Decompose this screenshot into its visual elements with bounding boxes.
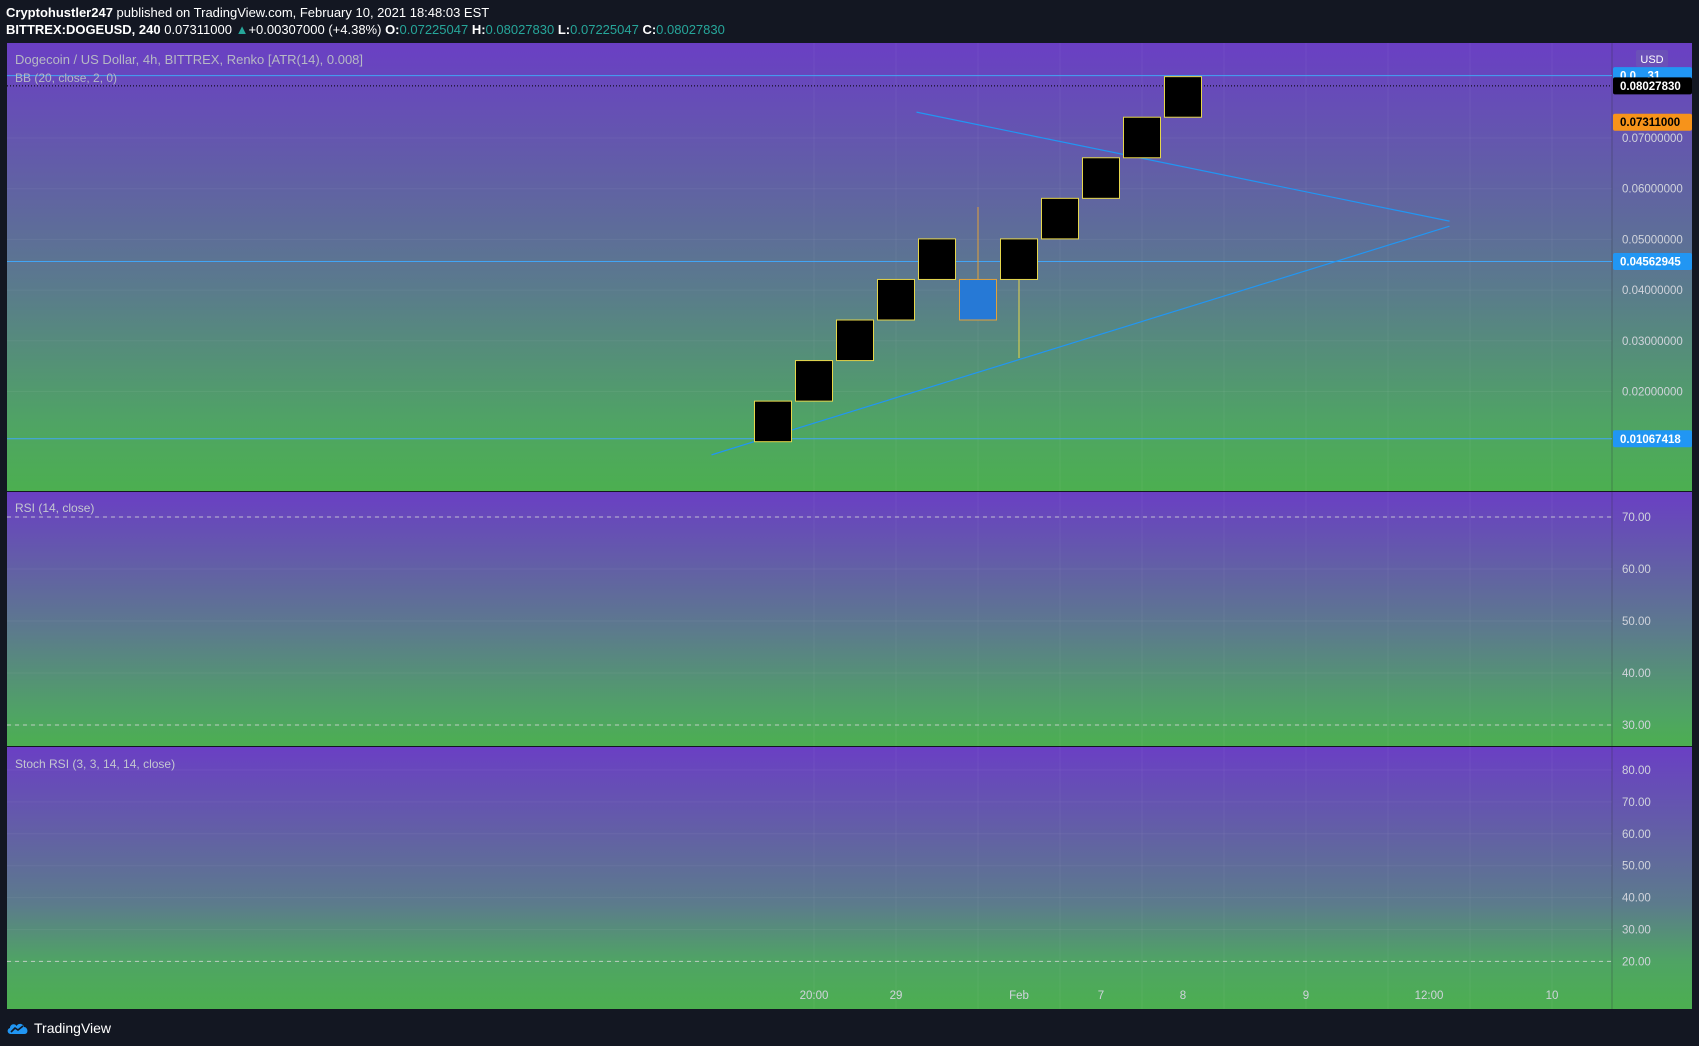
- rsi-tick-label: 60.00: [1622, 564, 1651, 576]
- currency-badge-text: USD: [1640, 54, 1663, 66]
- renko-brick-up: [1041, 197, 1079, 240]
- time-tick-label: 12:00: [1415, 990, 1444, 1002]
- renko-brick-up: [1164, 76, 1202, 118]
- price-badge-label: 0.04562945: [1620, 257, 1681, 269]
- price-tick-label: 0.03000000: [1622, 336, 1683, 348]
- time-tick-label: 8: [1180, 990, 1186, 1002]
- price-badge-label: 0.01067418: [1620, 434, 1681, 446]
- price-pane-background: [7, 43, 1692, 491]
- renko-brick-up: [795, 360, 833, 402]
- price-tick-label: 0.02000000: [1622, 387, 1683, 399]
- time-tick-label: 7: [1098, 990, 1104, 1002]
- time-tick-label: 20:00: [800, 990, 829, 1002]
- stoch-tick-label: 60.00: [1622, 829, 1651, 841]
- time-tick-label: 9: [1303, 990, 1309, 1002]
- renko-brick-up: [1123, 116, 1161, 159]
- stoch-tick-label: 40.00: [1622, 893, 1651, 905]
- rsi-tick-label: 50.00: [1622, 616, 1651, 628]
- time-tick-label: Feb: [1009, 990, 1029, 1002]
- renko-brick-up: [877, 278, 915, 321]
- rsi-pane-background: [7, 492, 1692, 746]
- stoch-tick-label: 20.00: [1622, 956, 1651, 968]
- price-tick-label: 0.06000000: [1622, 184, 1683, 196]
- stoch-rsi-indicator-label[interactable]: Stoch RSI (3, 3, 14, 14, close): [15, 757, 175, 771]
- bb-indicator-label[interactable]: BB (20, close, 2, 0): [15, 71, 117, 85]
- stoch-pane-background: [7, 747, 1692, 1009]
- chart-title: Dogecoin / US Dollar, 4h, BITTREX, Renko…: [15, 52, 363, 67]
- rsi-tick-label: 70.00: [1622, 512, 1651, 524]
- price-badge-label: 0.08027830: [1620, 81, 1681, 93]
- time-tick-label: 10: [1546, 990, 1559, 1002]
- rsi-indicator-label[interactable]: RSI (14, close): [15, 501, 94, 515]
- price-badge-label: 0.07311000: [1620, 117, 1680, 129]
- renko-brick-down: [959, 278, 997, 321]
- rsi-tick-label: 30.00: [1622, 720, 1651, 732]
- brand-name: TradingView: [34, 1020, 112, 1036]
- stoch-tick-label: 50.00: [1622, 861, 1651, 873]
- renko-brick-up: [918, 238, 956, 280]
- price-tick-label: 0.05000000: [1622, 234, 1683, 246]
- rsi-tick-label: 40.00: [1622, 668, 1651, 680]
- renko-brick-up: [836, 319, 874, 362]
- stoch-tick-label: 30.00: [1622, 925, 1651, 937]
- renko-brick-up: [1000, 238, 1038, 280]
- tradingview-cloud-icon: [7, 1023, 28, 1034]
- stoch-tick-label: 70.00: [1622, 797, 1651, 809]
- renko-brick-up: [754, 400, 792, 443]
- tradingview-brand[interactable]: TradingView: [6, 1018, 111, 1038]
- currency-badge[interactable]: USD: [1636, 50, 1668, 67]
- time-tick-label: 29: [890, 990, 903, 1002]
- stoch-tick-label: 80.00: [1622, 765, 1651, 777]
- price-tick-label: 0.04000000: [1622, 285, 1683, 297]
- price-tick-label: 0.07000000: [1622, 133, 1683, 145]
- chart-canvas[interactable]: 0.07000000 0.06000000 0.05000000 0.04000000…: [0, 0, 1699, 1046]
- renko-brick-up: [1082, 157, 1120, 199]
